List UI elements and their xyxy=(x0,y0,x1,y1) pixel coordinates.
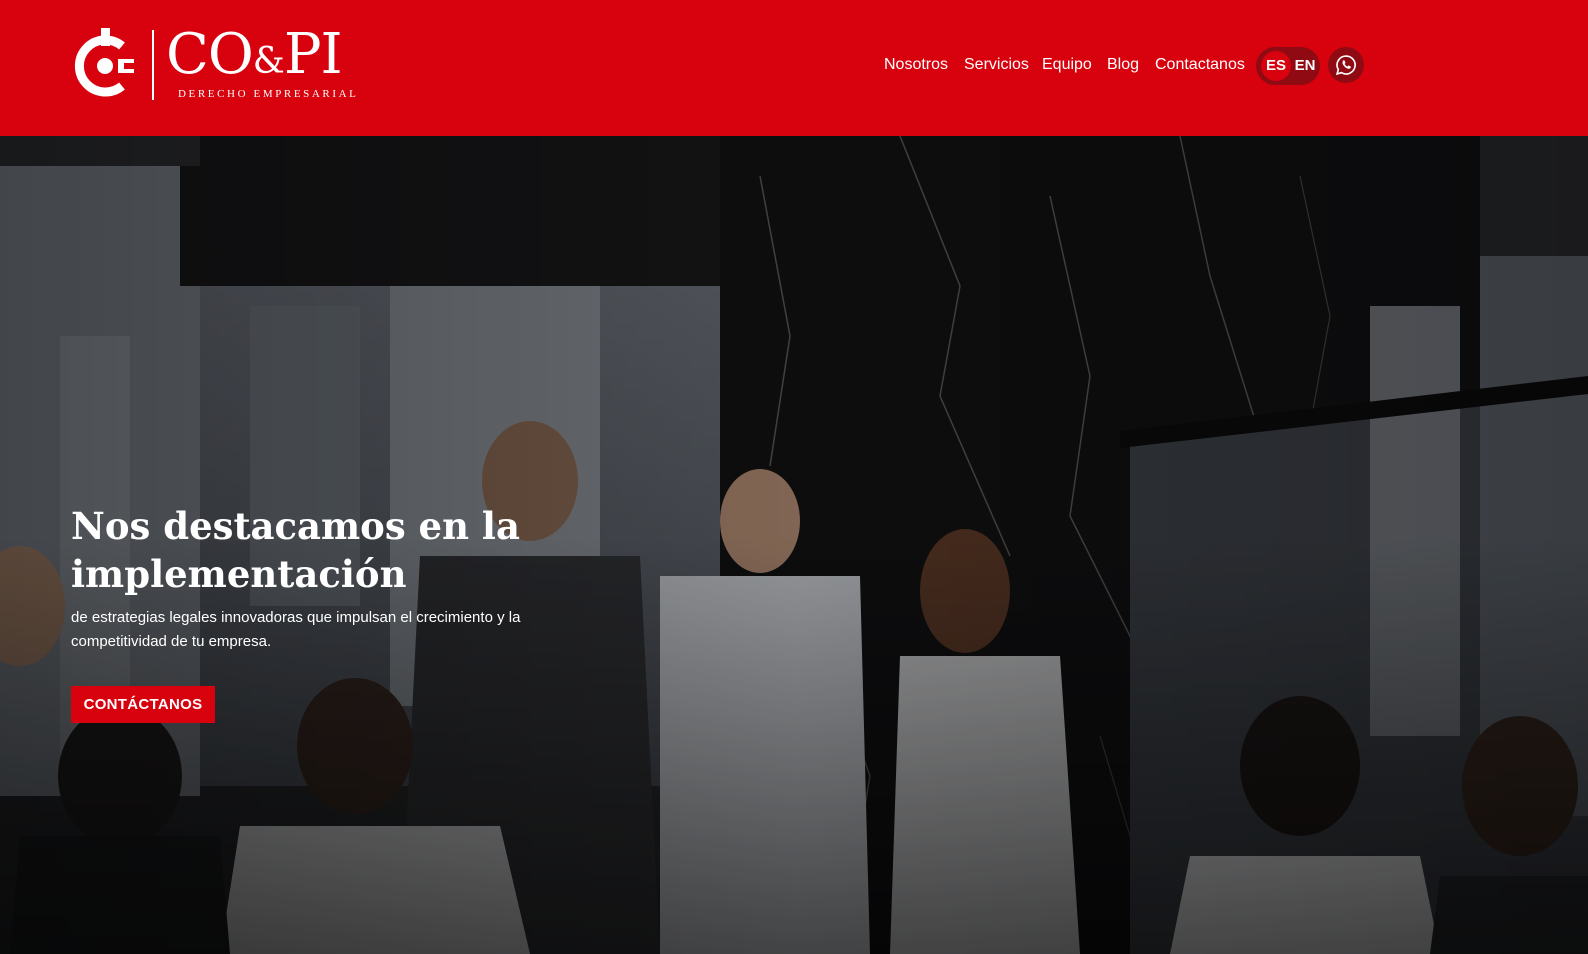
main-nav: Nosotros Servicios Equipo Blog Contactan… xyxy=(0,44,1588,88)
hero-section: Nos destacamos en la implementación de e… xyxy=(0,136,1588,954)
hero-subtitle: de estrategias legales innovadoras que i… xyxy=(71,609,521,650)
language-switcher: ES EN xyxy=(1256,47,1320,85)
site-header: CO&PI DERECHO EMPRESARIAL Nosotros Servi… xyxy=(0,0,1588,136)
nav-link-contactanos[interactable]: Contactanos xyxy=(1155,56,1245,74)
whatsapp-icon xyxy=(1335,55,1356,76)
nav-link-servicios[interactable]: Servicios xyxy=(964,56,1029,74)
lang-en-button[interactable]: EN xyxy=(1292,51,1318,81)
hero-title: Nos destacamos en la implementación xyxy=(71,504,520,596)
nav-link-equipo[interactable]: Equipo xyxy=(1042,56,1092,74)
nav-link-nosotros[interactable]: Nosotros xyxy=(884,56,948,74)
nav-link-blog[interactable]: Blog xyxy=(1107,56,1139,74)
whatsapp-button[interactable] xyxy=(1328,47,1364,83)
contact-cta-button[interactable]: CONTÁCTANOS xyxy=(71,686,215,723)
lang-es-button[interactable]: ES xyxy=(1261,51,1291,81)
logo-tagline: DERECHO EMPRESARIAL xyxy=(178,88,359,100)
